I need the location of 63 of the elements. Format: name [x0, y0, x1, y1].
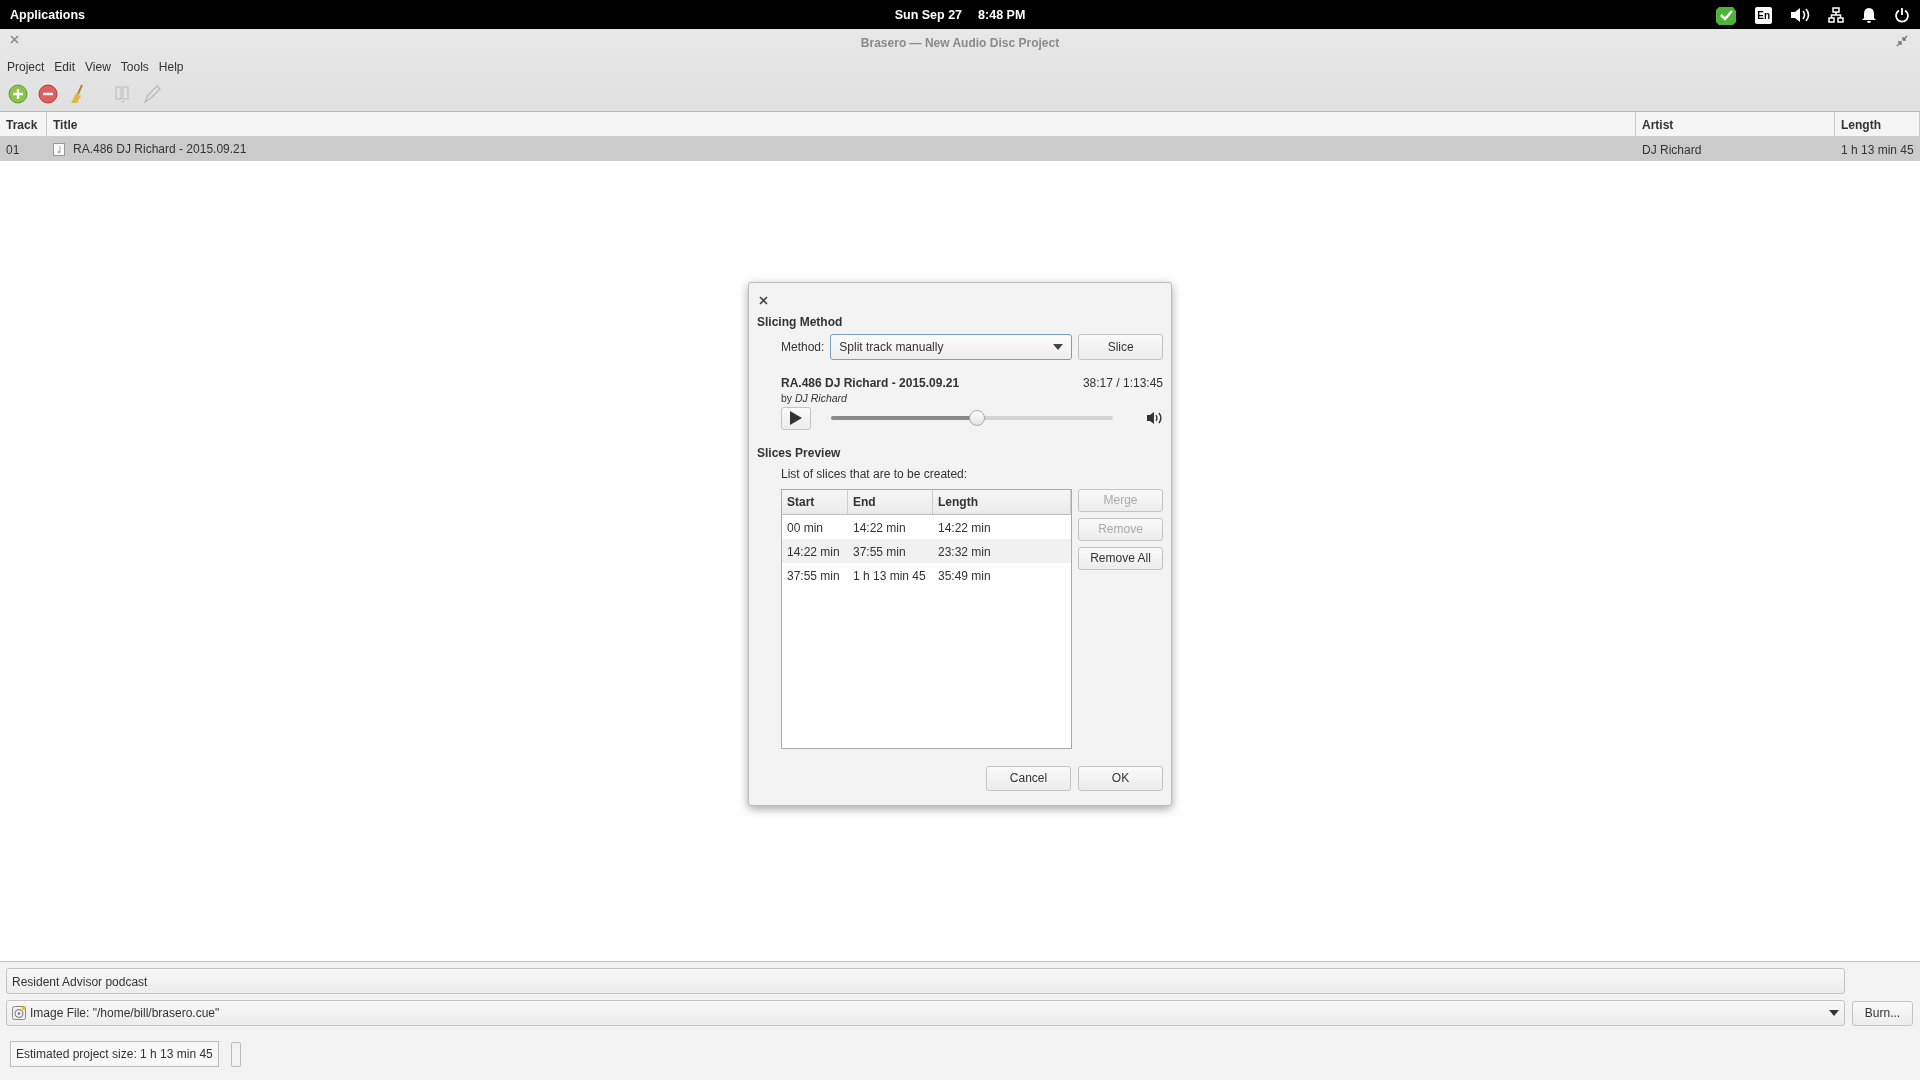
column-header[interactable]: Length [933, 489, 1071, 515]
section-heading: Slices Preview [757, 444, 842, 462]
power-icon[interactable] [1894, 7, 1910, 23]
disc-image-icon [12, 1006, 26, 1020]
play-icon [789, 411, 802, 426]
restore-icon[interactable] [1896, 35, 1908, 47]
track-position: 38:17 / 1:13:45 [1082, 375, 1163, 392]
track-artist: by DJ Richard [781, 392, 847, 404]
method-dropdown[interactable]: Split track manually [830, 334, 1073, 360]
audio-file-icon [53, 142, 65, 156]
menu-item[interactable]: Project [2, 56, 50, 78]
table-cell-text: 37:55 min [786, 567, 841, 585]
column-header[interactable]: Length [1835, 112, 1920, 137]
table-cell: DJ Richard [1636, 137, 1835, 161]
destination-dropdown[interactable]: Image File: "/home/bill/brasero.cue" [6, 1000, 1845, 1026]
status-label: Estimated project size: 1 h 13 min 45 [10, 1041, 219, 1067]
clock-label: 8:48 PM [978, 8, 1026, 22]
track-title: RA.486 DJ Richard - 2015.09.21 [781, 375, 960, 392]
table-cell-text: 14:22 min [852, 519, 907, 537]
burn-button[interactable]: Burn... [1852, 1000, 1913, 1026]
table-cell: 1 h 13 min 45 [1835, 137, 1920, 161]
check-icon[interactable] [1715, 4, 1738, 26]
remove-icon[interactable] [38, 83, 58, 104]
table-cell-text: 35:49 min [937, 567, 992, 585]
play-button[interactable] [781, 406, 811, 430]
keyboard-layout-indicator[interactable]: En [1755, 6, 1772, 24]
dropdown-arrow-icon [1829, 1010, 1839, 1016]
action-button[interactable]: Remove All [1078, 546, 1163, 570]
add-icon[interactable] [8, 83, 28, 104]
window-title: Brasero — New Audio Disc Project [860, 36, 1060, 50]
table-cell: 37:55 min [848, 538, 933, 563]
volume-icon[interactable] [1790, 7, 1810, 23]
dialog-button[interactable]: OK [1078, 765, 1163, 791]
table-cell-text: 00 min [786, 519, 825, 537]
bell-icon[interactable] [1862, 7, 1876, 23]
menu-item[interactable]: Help [153, 56, 189, 78]
table-cell-text: 14:22 min [937, 519, 992, 537]
close-icon[interactable] [759, 295, 768, 305]
dialog-button[interactable]: Cancel [986, 765, 1071, 791]
slider-handle[interactable] [969, 410, 986, 427]
table-cell: 14:22 min [782, 538, 848, 563]
menu-item[interactable]: View [80, 56, 116, 78]
section-heading: Slicing Method [757, 314, 844, 331]
column-header[interactable]: Track [0, 112, 47, 137]
table-cell: 23:32 min [933, 538, 1071, 563]
list-label: List of slices that are to be created: [781, 465, 969, 483]
table-cell: 01 [0, 137, 47, 161]
dropdown-arrow-icon [1053, 344, 1064, 350]
method-label: Method: [781, 339, 825, 356]
applications-menu[interactable]: Applications [10, 6, 85, 25]
table-cell-text: RA.486 DJ Richard - 2015.09.21 [73, 141, 247, 158]
menu-item[interactable]: Edit [49, 56, 81, 78]
volume-icon[interactable] [1147, 411, 1163, 426]
column-header[interactable]: End [848, 489, 933, 515]
menu-item[interactable]: Tools [115, 56, 154, 78]
date-label: Sun Sep 27 [894, 8, 963, 22]
column-header[interactable]: Start [782, 489, 848, 515]
column-header[interactable]: Artist [1636, 112, 1835, 137]
table-cell-text: 1 h 13 min 45 [852, 567, 927, 585]
slice-button[interactable]: Slice [1078, 334, 1163, 360]
column-header[interactable]: Title [47, 112, 1636, 137]
network-icon[interactable] [1828, 7, 1844, 23]
disc-title-field[interactable]: Resident Advisor podcast [12, 975, 148, 989]
